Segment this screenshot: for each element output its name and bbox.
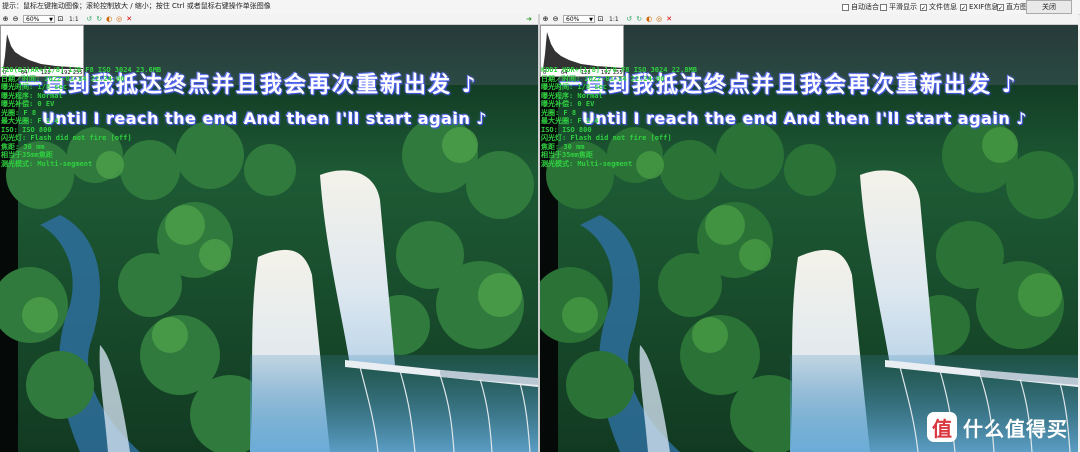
option-auto-fit[interactable]: 自动适合 (842, 2, 879, 12)
settings-icon[interactable]: ◎ (655, 15, 664, 23)
exif-line: 最大光圈: F 1.4 (541, 117, 599, 125)
watermark-logo-icon: 值 (927, 412, 957, 442)
auto-fit-checkbox[interactable] (842, 3, 849, 11)
exif-line: 720(BJ)AR+[1/8] 1/0 F8 ISO 3024 23.6MB (1, 66, 162, 74)
exif-line: 曝光程序: Normal (541, 91, 603, 100)
delete-icon[interactable]: ✕ (665, 15, 674, 23)
exif-line: 曝光补偿: 0 EV (541, 100, 595, 108)
left-image-pane[interactable]: ⊕ ⊖ 60% ▼ ⊡ 1:1 ↺ ↻ ◐ ◎ ✕ ➜ 一直到我抵达终点并且我会… (0, 14, 538, 452)
zoom-in-icon[interactable]: ⊕ (541, 15, 550, 23)
exif-info-checkbox[interactable]: ✓ (960, 3, 967, 12)
rotate-left-icon[interactable]: ↺ (85, 15, 94, 23)
zoom-in-icon[interactable]: ⊕ (1, 15, 10, 23)
exif-line: ISO: ISO 800 (541, 125, 592, 134)
zoom-out-icon[interactable]: ⊖ (551, 15, 560, 23)
exif-line: 闪光灯: Flash did not fire [off] (541, 134, 672, 142)
watermark-text: 什么值得买 (963, 416, 1068, 441)
top-hint-bar: 提示：鼠标左键拖动图像；滚轮控制放大 / 缩小；按住 Ctrl 或者鼠标右键操作… (0, 0, 1080, 15)
delete-icon[interactable]: ✕ (125, 15, 134, 23)
exif-line: 光圈: F 8 (1, 108, 37, 117)
option-smooth[interactable]: 平滑显示 (880, 2, 917, 12)
file-info-label: 文件信息 (929, 3, 957, 11)
right-pane-toolbar: ⊕ ⊖ 60% ▼ ⊡ 1:1 ↺ ↻ ◐ ◎ ✕ (540, 14, 1078, 25)
histogram-label: 直方图 (1006, 3, 1027, 11)
zoom-select[interactable]: 60% ▼ (563, 15, 595, 23)
rotate-left-icon[interactable]: ↺ (625, 15, 634, 23)
flip-icon[interactable]: ◐ (645, 15, 654, 23)
exif-line: 光圈: F 8 (541, 108, 577, 117)
exif-line: 焦距: 30 mm (1, 142, 45, 151)
option-exif-info[interactable]: ✓ EXIF信息 (960, 2, 998, 12)
actual-size-button[interactable]: 1:1 (69, 16, 79, 23)
auto-fit-label: 自动适合 (851, 3, 879, 11)
histogram-checkbox[interactable]: ✓ (997, 3, 1004, 12)
left-pane-toolbar: ⊕ ⊖ 60% ▼ ⊡ 1:1 ↺ ↻ ◐ ◎ ✕ ➜ (0, 14, 538, 25)
exif-line: 最大光圈: F 1.4 (1, 117, 59, 125)
actual-size-button[interactable]: 1:1 (609, 16, 619, 23)
fit-window-icon[interactable]: ⊡ (596, 15, 605, 23)
rotate-right-icon[interactable]: ↻ (635, 15, 644, 23)
zoom-select[interactable]: 60% ▼ (23, 15, 55, 23)
exif-line: 曝光补偿: 0 EV (1, 100, 55, 108)
exif-line: 测光模式: Multi-segment (541, 159, 633, 168)
exif-info-label: EXIF信息 (969, 3, 999, 11)
smooth-checkbox[interactable] (880, 3, 887, 11)
exif-line: 焦距: 30 mm (541, 142, 585, 151)
exif-line: 曝光时间: 1/8 sec (1, 83, 67, 91)
right-exif-info: KODI HDR+[1/8] 1/0 F8 ISO 3024 22.8MB 日期… (541, 66, 697, 168)
exif-line: 闪光灯: Flash did not fire [off] (1, 134, 132, 142)
rotate-right-icon[interactable]: ↻ (95, 15, 104, 23)
site-watermark: 值 什么值得买 (927, 412, 1068, 442)
smooth-label: 平滑显示 (889, 3, 917, 11)
exif-line: KODI HDR+[1/8] 1/0 F8 ISO 3024 22.8MB (541, 66, 697, 74)
hint-text: 提示：鼠标左键拖动图像；滚轮控制放大 / 缩小；按住 Ctrl 或者鼠标右键操作… (2, 2, 271, 10)
exif-line: 测光模式: Multi-segment (1, 159, 93, 168)
option-file-info[interactable]: ✓ 文件信息 (920, 2, 957, 12)
exif-line: ISO: ISO 800 (1, 125, 52, 134)
exif-line: 相当于35mm焦距 (541, 151, 593, 159)
histogram-graph (543, 32, 623, 69)
file-info-checkbox[interactable]: ✓ (920, 3, 927, 12)
exif-line: 曝光时间: 1/8 sec (541, 83, 607, 91)
option-histogram[interactable]: ✓ 直方图 (997, 2, 1027, 12)
exif-line: 日期／时间: 2022-01-24 22:24:00 (1, 74, 125, 83)
close-button[interactable]: 关闭 (1026, 0, 1072, 14)
exif-line: 日期／时间: 2022-01-24 22:24:00 (541, 74, 665, 83)
settings-icon[interactable]: ◎ (115, 15, 124, 23)
fit-window-icon[interactable]: ⊡ (56, 15, 65, 23)
sync-arrow-icon[interactable]: ➜ (526, 15, 532, 23)
zoom-out-icon[interactable]: ⊖ (11, 15, 20, 23)
exif-line: 相当于35mm焦距 (1, 151, 53, 159)
right-image-pane[interactable]: ⊕ ⊖ 60% ▼ ⊡ 1:1 ↺ ↻ ◐ ◎ ✕ 一直到我抵达终点并且我会再次… (540, 14, 1078, 452)
histogram-graph (3, 34, 83, 69)
exif-line: 曝光程序: Normal (1, 91, 63, 100)
left-exif-info: 720(BJ)AR+[1/8] 1/0 F8 ISO 3024 23.6MB 日… (1, 66, 161, 168)
flip-icon[interactable]: ◐ (105, 15, 114, 23)
